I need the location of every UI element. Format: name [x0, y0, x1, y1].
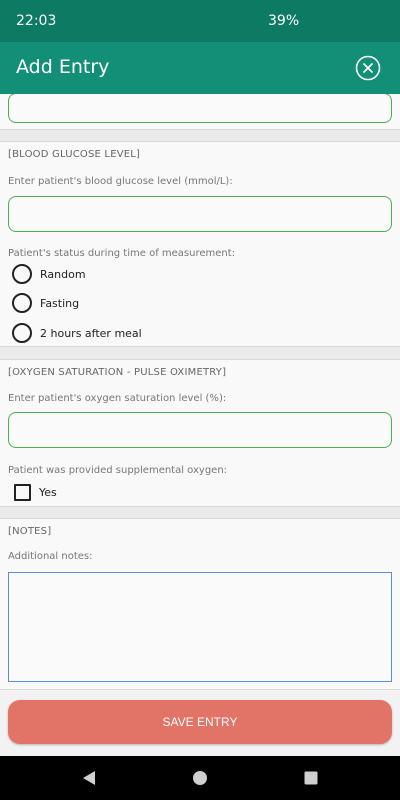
radio-random[interactable]: Random: [12, 263, 86, 285]
radio-circle-icon: [12, 264, 32, 284]
blood-glucose-header: [BLOOD GLUCOSE LEVEL]: [8, 149, 141, 160]
notes-textarea[interactable]: [8, 572, 392, 682]
footer: SAVE ENTRY: [0, 690, 400, 756]
radio-fasting[interactable]: Fasting: [12, 292, 79, 314]
radio-circle-icon: [12, 293, 32, 313]
oxygen-saturation-input[interactable]: [8, 412, 392, 448]
oxygen-saturation-prompt: Enter patient's oxygen saturation level …: [8, 393, 227, 404]
supplemental-oxygen-label: Yes: [39, 485, 57, 499]
checkbox-icon: [14, 483, 31, 501]
form-scroll-area[interactable]: [BLOOD GLUCOSE LEVEL] Enter patient's bl…: [0, 94, 400, 690]
oxygen-saturation-header: [OXYGEN SATURATION - PULSE OXIMETRY]: [8, 367, 227, 378]
oxygen-saturation-card: [OXYGEN SATURATION - PULSE OXIMETRY] Ent…: [0, 359, 400, 507]
radio-after-meal[interactable]: 2 hours after meal: [12, 322, 142, 344]
status-bar: 22:03 39%: [0, 0, 400, 42]
blood-glucose-input[interactable]: [8, 196, 392, 232]
notes-card: [NOTES] Additional notes:: [0, 518, 400, 690]
back-triangle-icon[interactable]: [80, 768, 100, 788]
radio-label-fasting: Fasting: [40, 296, 80, 310]
supplemental-oxygen-prompt: Patient was provided supplemental oxygen…: [8, 465, 228, 476]
status-time: 22:03: [16, 13, 57, 29]
save-entry-button[interactable]: SAVE ENTRY: [8, 700, 392, 744]
supplemental-oxygen-checkbox[interactable]: Yes: [14, 482, 57, 502]
notes-prompt: Additional notes:: [8, 551, 93, 562]
close-circle-icon[interactable]: [355, 55, 381, 81]
notes-header: [NOTES]: [8, 526, 52, 537]
measurement-status-prompt: Patient's status during time of measurem…: [8, 248, 236, 259]
page-title: Add Entry: [16, 56, 110, 78]
radio-label-random: Random: [40, 267, 86, 281]
app-bar: Add Entry: [0, 42, 400, 94]
recents-square-icon[interactable]: [301, 768, 321, 788]
radio-label-after-meal: 2 hours after meal: [40, 326, 142, 340]
navigation-bar: [0, 756, 400, 800]
previous-section-card: [0, 94, 400, 130]
radio-circle-icon: [12, 323, 32, 343]
blood-glucose-card: [BLOOD GLUCOSE LEVEL] Enter patient's bl…: [0, 141, 400, 347]
status-battery: 39%: [268, 13, 300, 29]
previous-section-input[interactable]: [8, 94, 392, 123]
home-circle-icon[interactable]: [190, 768, 210, 788]
blood-glucose-prompt: Enter patient's blood glucose level (mmo…: [8, 176, 233, 187]
